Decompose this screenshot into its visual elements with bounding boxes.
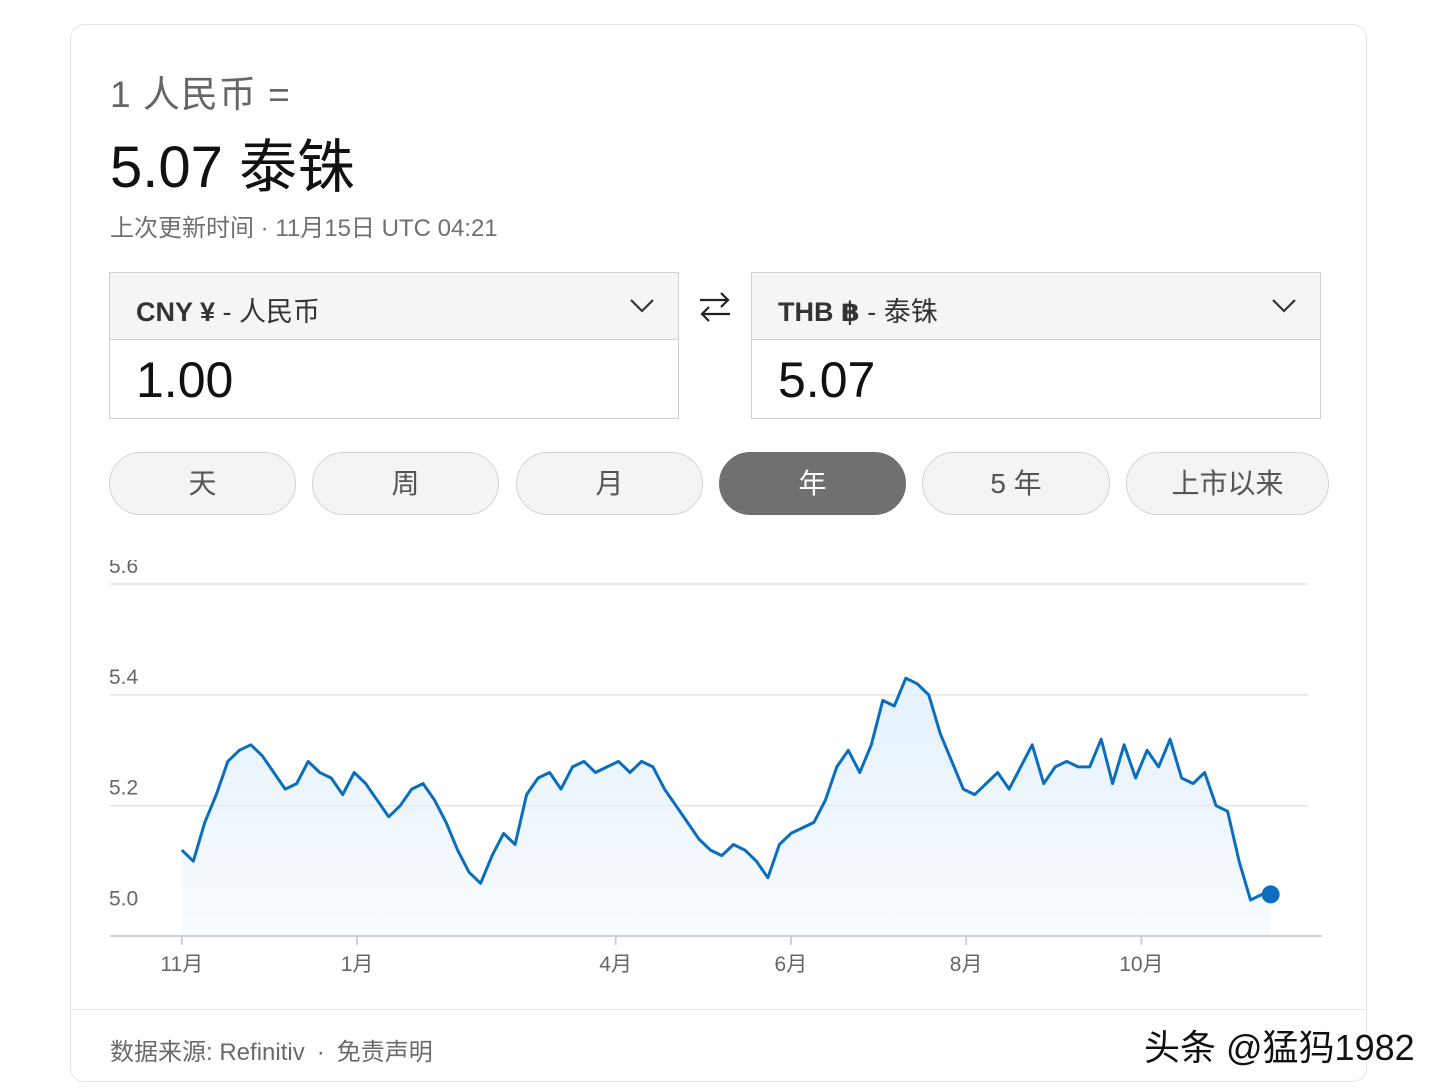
range-tab-max[interactable]: 上市以来	[1126, 452, 1329, 515]
range-tab-week[interactable]: 周	[312, 452, 499, 515]
exchange-rate-chart: 5.0 5.2 5.4 5.6 11月 1月 4月 6月 8月 10月	[109, 560, 1322, 976]
from-currency-name: - 人民币	[215, 297, 321, 327]
swap-arrows-icon[interactable]	[696, 286, 734, 326]
watermark: 头条 @猛犸1982	[1144, 1027, 1415, 1068]
y-tick-label: 5.6	[109, 560, 138, 578]
to-amount-input[interactable]: 5.07	[778, 351, 875, 409]
to-currency-label: THB ฿ - 泰铢	[778, 290, 938, 329]
footer: 数据来源: Refinitiv · 免责声明	[110, 1032, 433, 1067]
to-currency-name: - 泰铢	[859, 297, 938, 327]
disclaimer-link[interactable]: 免责声明	[337, 1039, 433, 1066]
converted-amount-line: 5.07 泰铢	[110, 135, 355, 200]
footer-divider	[70, 1009, 1367, 1010]
last-updated: 上次更新时间 · 11月15日 UTC 04:21	[110, 215, 498, 242]
range-tab-year[interactable]: 年	[719, 452, 906, 515]
x-tick-label: 8月	[950, 953, 983, 976]
to-currency-code: THB ฿	[778, 297, 860, 327]
source-prefix: 数据来源:	[110, 1039, 220, 1066]
footer-separator: ·	[316, 1039, 325, 1066]
from-currency-code: CNY ¥	[136, 297, 216, 327]
chevron-down-icon	[630, 299, 654, 313]
series-area	[181, 678, 1271, 936]
x-tick-label: 11月	[160, 953, 203, 976]
range-tab-month[interactable]: 月	[516, 452, 703, 515]
from-amount-line: 1 人民币 =	[110, 74, 291, 115]
y-tick-label: 5.2	[109, 777, 138, 800]
from-currency-panel: CNY ¥ - 人民币 1.00	[109, 272, 679, 419]
range-tab-day[interactable]: 天	[109, 452, 296, 515]
from-amount-input[interactable]: 1.00	[136, 351, 233, 409]
chevron-down-icon	[1272, 299, 1296, 313]
y-tick-label: 5.4	[109, 666, 139, 689]
range-tab-5year[interactable]: 5 年	[922, 452, 1110, 515]
x-tick-label: 1月	[341, 953, 374, 976]
y-tick-label: 5.0	[109, 888, 138, 911]
to-currency-panel: THB ฿ - 泰铢 5.07	[751, 272, 1321, 419]
x-tick-label: 6月	[775, 953, 808, 976]
current-point-marker	[1261, 885, 1280, 904]
x-tick-label: 10月	[1119, 953, 1163, 976]
x-tick-label: 4月	[599, 953, 632, 976]
from-currency-label: CNY ¥ - 人民币	[136, 290, 320, 329]
source-link[interactable]: Refinitiv	[219, 1039, 304, 1066]
from-currency-select[interactable]: CNY ¥ - 人民币	[110, 273, 678, 340]
to-currency-select[interactable]: THB ฿ - 泰铢	[752, 273, 1320, 340]
